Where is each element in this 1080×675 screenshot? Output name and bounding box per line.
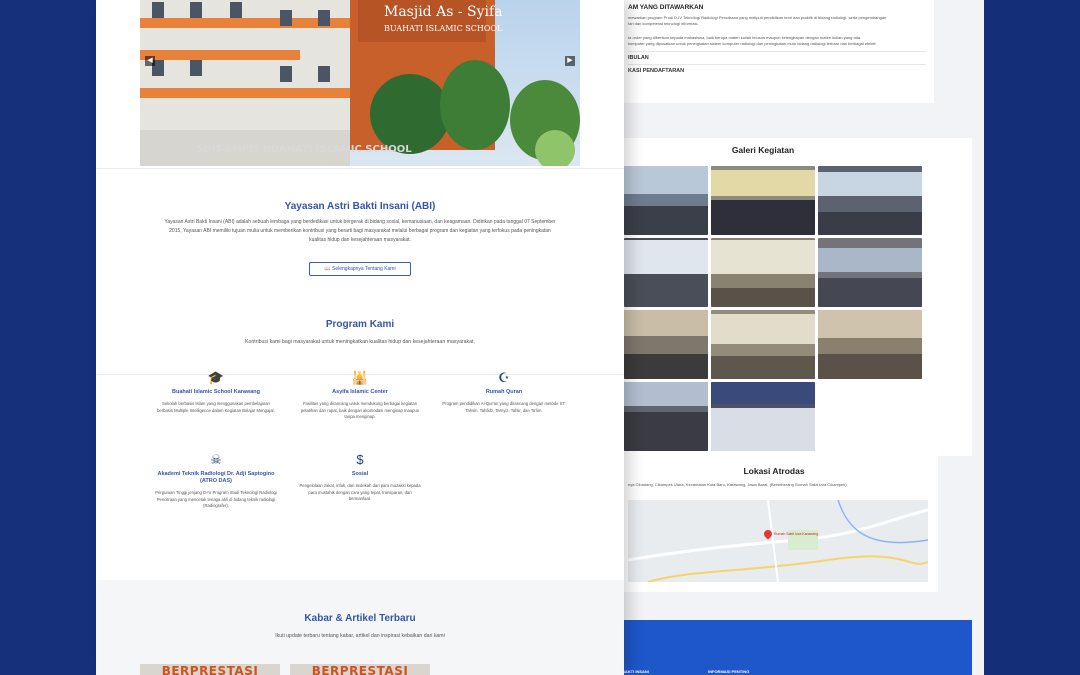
carousel-next-icon[interactable]: ▶ [565, 56, 575, 66]
xray-icon: ☠ [210, 452, 222, 467]
graduation-cap-icon: 🎓 [207, 370, 225, 385]
news-card[interactable]: BERPRESTASI [290, 664, 430, 675]
hero-school-sign: SDIT-SMPIT BUAHATI ISLAMIC SCHOOL [196, 144, 412, 155]
gallery-photo[interactable] [711, 238, 815, 307]
map-roads [628, 500, 928, 582]
gallery-photo[interactable] [818, 166, 922, 235]
program-card[interactable]: 🕌 Asyifa Islamic Center Fasilitas yang d… [298, 370, 422, 421]
program-card[interactable]: ☪ Rumah Quran Program pendidikan Al-Qur'… [442, 370, 566, 414]
carousel-prev-icon[interactable]: ◀ [145, 56, 155, 66]
location-map[interactable]: Rumah Sakit Izza Karawang [628, 500, 928, 582]
gallery-photo[interactable] [624, 166, 708, 235]
gallery-photo[interactable] [711, 310, 815, 379]
program-desc: Pengelolaan zakat, infak, dan sedekah da… [299, 483, 421, 501]
left-backdrop [0, 0, 96, 675]
program-offer-card: AM YANG DITAWARKAN mewarkan program Prod… [620, 0, 934, 103]
gallery-photo[interactable] [624, 382, 708, 451]
program-offer-text-1: mewarkan program Prodi D-IV Teknologi Ra… [628, 15, 887, 26]
program-desc: Perguruan Tinggi jenjang D-IV Program St… [155, 490, 277, 508]
news-subtitle: Ikuti update terbaru tentang kabar, arti… [275, 633, 445, 639]
money-bag-icon: $ [356, 452, 364, 467]
news-card[interactable]: BERPRESTASI [140, 664, 280, 675]
main-page-screenshot: Masjid As - Syifa BUAHATI ISLAMIC SCHOOL… [96, 0, 624, 675]
location-address: nya Cibadang, Cikampek Utara, Kecamatan … [628, 482, 847, 487]
hero-building [140, 0, 350, 130]
location-section: Lokasi Atrodas nya Cibadang, Cikampek Ut… [610, 456, 938, 592]
program-name: Rumah Quran [485, 389, 523, 395]
news-section [96, 580, 624, 675]
gallery-photo[interactable] [818, 310, 922, 379]
accordion-row-2[interactable]: KASI PENDAFTARAN [628, 64, 926, 77]
programs-title: Program Kami [325, 319, 395, 330]
program-card[interactable]: $ Sosial Pengelolaan zakat, infak, dan s… [298, 452, 422, 503]
hero-sign-title: Masjid As - Syifa [384, 4, 503, 20]
news-title: Kabar & Artikel Terbaru [304, 613, 416, 624]
gallery-photo[interactable] [818, 238, 922, 307]
program-name: Akademi Teknik Radiologi Dr. Adji Saptog… [157, 471, 275, 484]
program-offer-text-2: ta order yang diberikan kepada mahasiswa… [628, 35, 877, 46]
program-card[interactable]: 🎓 Buahati Islamic School Karawang Sekola… [154, 370, 278, 414]
program-desc: Sekolah berbasis Islam yang menggunakan … [157, 401, 275, 413]
quran-icon: ☪ [498, 370, 510, 385]
hero-sign-subtitle: BUAHATI ISLAMIC SCHOOL [384, 24, 503, 33]
hero-carousel[interactable]: Masjid As - Syifa BUAHATI ISLAMIC SCHOOL… [140, 0, 580, 166]
gallery-photo[interactable] [624, 238, 708, 307]
footer: BAKTI INSANI INFORMASI PENTING [600, 620, 972, 675]
about-text: Yayasan Astri Bakti Insani (ABI) adalah … [164, 219, 556, 243]
gallery-section: Galeri Kegiatan [600, 138, 972, 456]
program-name: Sosial [351, 471, 369, 477]
program-card[interactable]: ☠ Akademi Teknik Radiologi Dr. Adji Sapt… [154, 452, 278, 510]
news-card-banner: BERPRESTASI [161, 664, 259, 675]
news-card-banner: BERPRESTASI [311, 664, 409, 675]
map-label: Rumah Sakit Izza Karawang [774, 532, 819, 536]
about-title: Yayasan Astri Bakti Insani (ABI) [284, 201, 436, 212]
program-desc: Program pendidikan Al-Qur'an yang diranc… [442, 401, 566, 413]
location-title: Lokasi Atrodas [743, 466, 805, 476]
footer-heading-1: BAKTI INSANI [622, 669, 649, 674]
program-name: Asyifa Islamic Center [332, 389, 388, 395]
programs-subtitle: Kontribusi kami bagi masyarakat untuk me… [245, 339, 475, 345]
divider [96, 168, 624, 169]
right-backdrop [984, 0, 1080, 675]
program-offer-heading: AM YANG DITAWARKAN [628, 4, 704, 11]
gallery-photo[interactable] [711, 166, 815, 235]
right-page-screenshot: AM YANG DITAWARKAN mewarkan program Prod… [600, 0, 984, 675]
gallery-title: Galeri Kegiatan [731, 145, 795, 155]
mosque-icon: 🕌 [351, 370, 369, 385]
gallery-photo[interactable] [624, 310, 708, 379]
gallery-photo[interactable] [711, 382, 815, 451]
program-name: Buahati Islamic School Karawang [171, 389, 261, 395]
accordion-row-1[interactable]: IBULAN [628, 51, 926, 64]
about-more-button[interactable]: 📖 Selengkapnya Tentang Kami [309, 262, 411, 276]
program-desc: Fasilitas yang dirancang untuk mendukung… [300, 401, 420, 419]
footer-heading-2: INFORMASI PENTING [708, 669, 750, 674]
